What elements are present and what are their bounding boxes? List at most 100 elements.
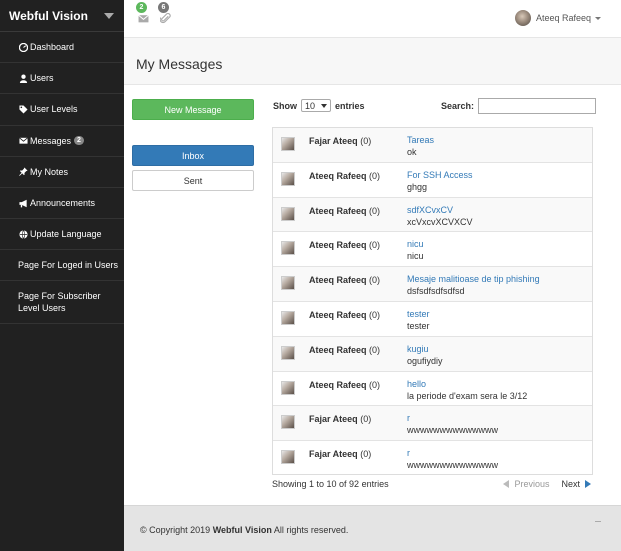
- sender-count: (0): [369, 275, 381, 286]
- sidebar-item-label: Announcements: [30, 198, 96, 209]
- row-sender: Fajar Ateeq (0): [309, 414, 371, 424]
- message-subject-link[interactable]: Mesaje malitioase de tip phishing: [407, 274, 540, 284]
- table-row[interactable]: Ateeq Rafeeq (0) sdfXCvxCV xcVxcvXCVXCV: [273, 197, 592, 233]
- avatar: [281, 137, 295, 151]
- messages-notification-badge: 2: [136, 2, 147, 13]
- sidebar-item-announcements[interactable]: Announcements: [0, 188, 124, 220]
- sender-name: Ateeq Rafeeq: [309, 205, 367, 216]
- avatar: [281, 171, 295, 186]
- next-label: Next: [561, 479, 580, 489]
- row-sender: Ateeq Rafeeq (0): [309, 380, 380, 390]
- message-preview: wwwwwwwwwwwwww: [407, 425, 498, 436]
- sidebar-toggle-icon[interactable]: [104, 12, 114, 19]
- row-sender: Ateeq Rafeeq (0): [309, 275, 380, 285]
- avatar: [281, 206, 295, 221]
- message-subject-link[interactable]: tester: [407, 309, 430, 319]
- search-input[interactable]: [478, 98, 597, 114]
- sidebar-item-users[interactable]: Users: [0, 63, 124, 95]
- sidebar-item-page-logged-in[interactable]: Page For Loged in Users: [0, 250, 124, 282]
- message-preview: dsfsdfsdfsdfsd: [407, 286, 465, 297]
- table-row[interactable]: Ateeq Rafeeq (0) hello la periode d'exam…: [273, 372, 592, 407]
- copyright-suffix: All rights reserved.: [273, 525, 349, 535]
- page-size-select[interactable]: 10: [301, 99, 331, 112]
- sender-name: Ateeq Rafeeq: [309, 240, 367, 251]
- message-preview: ogufiydiy: [407, 355, 443, 366]
- message-subject-link[interactable]: sdfXCvxCV: [407, 205, 453, 215]
- sender-count: (0): [369, 205, 381, 216]
- copyright-prefix: © Copyright 2019: [140, 525, 211, 535]
- page-size-control: Show 10 entries: [273, 99, 365, 112]
- avatar: [281, 276, 295, 291]
- table-row[interactable]: Fajar Ateeq (0) Tareas ok: [273, 128, 592, 163]
- table-row[interactable]: Ateeq Rafeeq (0) nicu nicu: [273, 232, 592, 268]
- footer-divider: [595, 521, 601, 522]
- user-menu[interactable]: Ateeq Rafeeq: [514, 10, 601, 26]
- table-info: Showing 1 to 10 of 92 entries: [272, 479, 389, 489]
- entries-label: entries: [335, 100, 365, 111]
- row-sender: Ateeq Rafeeq (0): [309, 310, 380, 320]
- avatar: [281, 345, 295, 360]
- avatar: [281, 310, 295, 325]
- table-row[interactable]: Fajar Ateeq (0) r wwwwwwwwwwwwww: [273, 441, 592, 476]
- sidebar-item-my-notes[interactable]: My Notes: [0, 157, 124, 188]
- sidebar-item-label: Update Language: [30, 229, 102, 240]
- sidebar-item-page-subscriber[interactable]: Page For Subscriber Level Users: [0, 281, 124, 325]
- row-sender: Fajar Ateeq (0): [309, 449, 371, 459]
- attachments-notification[interactable]: 6: [158, 2, 174, 24]
- sidebar-item-dashboard[interactable]: Dashboard: [0, 32, 124, 64]
- sidebar-item-label: User Levels: [30, 104, 78, 115]
- message-subject-link[interactable]: nicu: [407, 239, 424, 249]
- sent-button[interactable]: Sent: [132, 170, 254, 191]
- avatar: [514, 10, 531, 26]
- sidebar-item-update-language[interactable]: Update Language: [0, 219, 124, 251]
- sender-name: Ateeq Rafeeq: [309, 275, 367, 286]
- sender-count: (0): [360, 136, 372, 146]
- sidebar-item-user-levels[interactable]: User Levels: [0, 94, 124, 126]
- sender-name: Ateeq Rafeeq: [309, 309, 367, 320]
- brand-header: Webful Vision: [0, 0, 124, 32]
- bullhorn-icon: [18, 198, 28, 208]
- table-row[interactable]: Ateeq Rafeeq (0) Mesaje malitioase de ti…: [273, 267, 592, 302]
- sender-count: (0): [369, 240, 381, 251]
- row-sender: Fajar Ateeq (0): [309, 136, 371, 146]
- sidebar-item-label: Users: [30, 73, 54, 84]
- sender-name: Ateeq Rafeeq: [309, 170, 367, 181]
- page-size-value: 10: [305, 100, 316, 111]
- message-preview: wwwwwwwwwwwwww: [407, 460, 498, 471]
- table-row[interactable]: Fajar Ateeq (0) r wwwwwwwwwwwwww: [273, 406, 592, 442]
- messages-table: Fajar Ateeq (0) Tareas ok Ateeq Rafeeq (…: [272, 127, 593, 475]
- copyright-text: © Copyright 2019 Webful Vision All right…: [140, 525, 348, 535]
- table-row[interactable]: Ateeq Rafeeq (0) tester tester: [273, 302, 592, 337]
- sender-name: Fajar Ateeq: [309, 414, 358, 425]
- table-row[interactable]: Ateeq Rafeeq (0) For SSH Access ghgg: [273, 163, 592, 198]
- message-preview: ok: [407, 147, 417, 157]
- message-subject-link[interactable]: Tareas: [407, 135, 434, 145]
- sender-count: (0): [369, 379, 381, 390]
- messages-notification[interactable]: 2: [136, 2, 152, 24]
- messages-count-badge: 2: [74, 136, 84, 146]
- next-page-button[interactable]: Next: [561, 479, 591, 489]
- previous-page-button[interactable]: Previous: [503, 479, 549, 489]
- message-preview: nicu: [407, 251, 424, 262]
- sidebar-item-messages[interactable]: Messages 2: [0, 126, 124, 157]
- message-subject-link[interactable]: r: [407, 448, 410, 458]
- attachments-notification-badge: 6: [158, 2, 169, 13]
- avatar: [281, 380, 295, 395]
- message-preview: tester: [407, 320, 430, 331]
- sender-name: Fajar Ateeq: [309, 136, 358, 146]
- message-subject-link[interactable]: r: [407, 413, 410, 423]
- sender-name: Ateeq Rafeeq: [309, 379, 367, 390]
- inbox-button[interactable]: Inbox: [132, 145, 254, 166]
- sender-count: (0): [360, 414, 372, 425]
- new-message-button[interactable]: New Message: [132, 99, 254, 120]
- message-subject-link[interactable]: For SSH Access: [407, 170, 473, 180]
- message-subject-link[interactable]: kugiu: [407, 344, 429, 354]
- table-row[interactable]: Ateeq Rafeeq (0) kugiu ogufiydiy: [273, 336, 592, 372]
- user-icon: [18, 73, 28, 83]
- dashboard-icon: [18, 42, 28, 52]
- avatar: [281, 450, 295, 465]
- avatar: [281, 415, 295, 430]
- message-subject-link[interactable]: hello: [407, 379, 426, 389]
- message-preview: xcVxcvXCVXCV: [407, 216, 473, 227]
- footer-brand: Webful Vision: [212, 525, 272, 535]
